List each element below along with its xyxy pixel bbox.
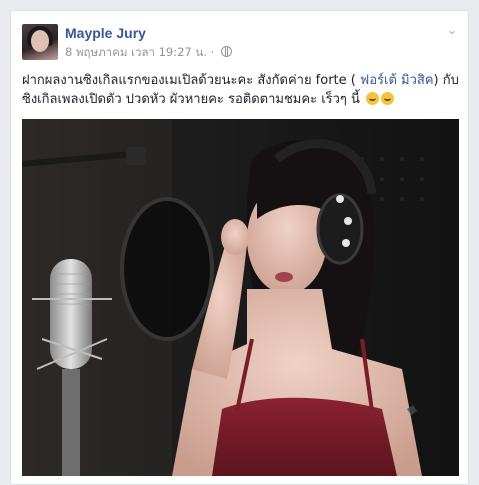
grinning-emoji-icon — [381, 92, 395, 105]
grinning-emoji-icon — [366, 92, 380, 105]
avatar-face — [31, 30, 49, 52]
globe-icon[interactable] — [220, 46, 232, 57]
post-card: Mayple Jury 8 พฤษภาคม เวลา 19:27 น. · ⌄ … — [10, 10, 469, 485]
post-text: ฝากผลงานซิงเกิลแรกของเมเปิลด้วยนะคะ สังก… — [22, 71, 462, 109]
meta-separator: · — [210, 45, 215, 59]
page-link[interactable]: ฟอร์เต้ มิวสิค — [360, 73, 434, 88]
post-text-part1: ฝากผลงานซิงเกิลแรกของเมเปิลด้วยนะคะ สังก… — [22, 73, 360, 88]
post-timestamp[interactable]: 8 พฤษภาคม เวลา 19:27 น. — [65, 45, 207, 59]
post-meta: 8 พฤษภาคม เวลา 19:27 น. · — [65, 44, 232, 62]
post-photo[interactable] — [22, 119, 459, 476]
avatar[interactable] — [22, 24, 58, 60]
photo-illustration — [22, 119, 459, 476]
author-name[interactable]: Mayple Jury — [65, 25, 146, 41]
chevron-down-icon[interactable]: ⌄ — [446, 24, 458, 36]
